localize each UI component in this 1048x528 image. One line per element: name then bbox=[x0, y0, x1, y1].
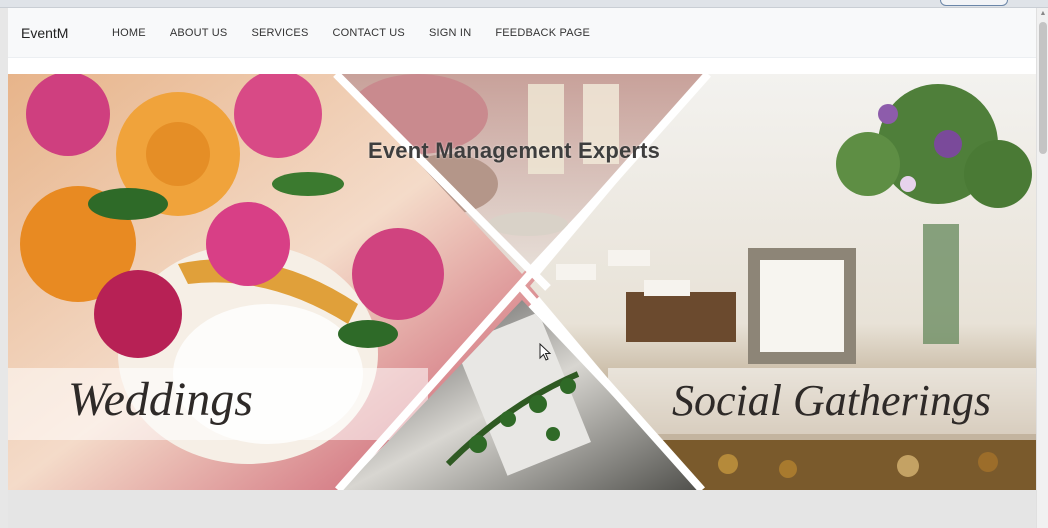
nav-home-link[interactable]: HOME bbox=[112, 27, 146, 39]
nav-feedback-link[interactable]: FEEDBACK PAGE bbox=[495, 27, 590, 39]
hero-collage-image: Weddings Social Gatherings bbox=[8, 74, 1036, 490]
weddings-caption: Weddings bbox=[68, 373, 253, 426]
brand-logo[interactable]: EventM bbox=[21, 25, 112, 41]
web-page: EventM HOME ABOUT US SERVICES CONTACT US… bbox=[8, 8, 1036, 528]
nav-contact-link[interactable]: CONTACT US bbox=[332, 27, 405, 39]
hero-banner: Weddings Social Gatherings Event Managem… bbox=[8, 74, 1036, 490]
scrollbar-thumb[interactable] bbox=[1039, 22, 1047, 154]
navbar: EventM HOME ABOUT US SERVICES CONTACT US… bbox=[8, 8, 1036, 58]
nav-signin-link[interactable]: SIGN IN bbox=[429, 27, 471, 39]
content-band bbox=[8, 490, 1036, 528]
chevron-up-icon[interactable]: ▲ bbox=[1039, 10, 1047, 18]
page-scrollbar[interactable]: ▲ bbox=[1036, 8, 1048, 528]
nav-services-link[interactable]: SERVICES bbox=[251, 27, 308, 39]
hero-title: Event Management Experts bbox=[368, 138, 661, 163]
nav-about-link[interactable]: ABOUT US bbox=[170, 27, 228, 39]
social-gatherings-caption: Social Gatherings bbox=[672, 376, 991, 425]
browser-profile-pill[interactable] bbox=[940, 0, 1008, 6]
nav-links: HOME ABOUT US SERVICES CONTACT US SIGN I… bbox=[112, 27, 614, 39]
arrow-cursor-icon bbox=[539, 343, 551, 361]
browser-toolbar-edge bbox=[0, 0, 1048, 8]
